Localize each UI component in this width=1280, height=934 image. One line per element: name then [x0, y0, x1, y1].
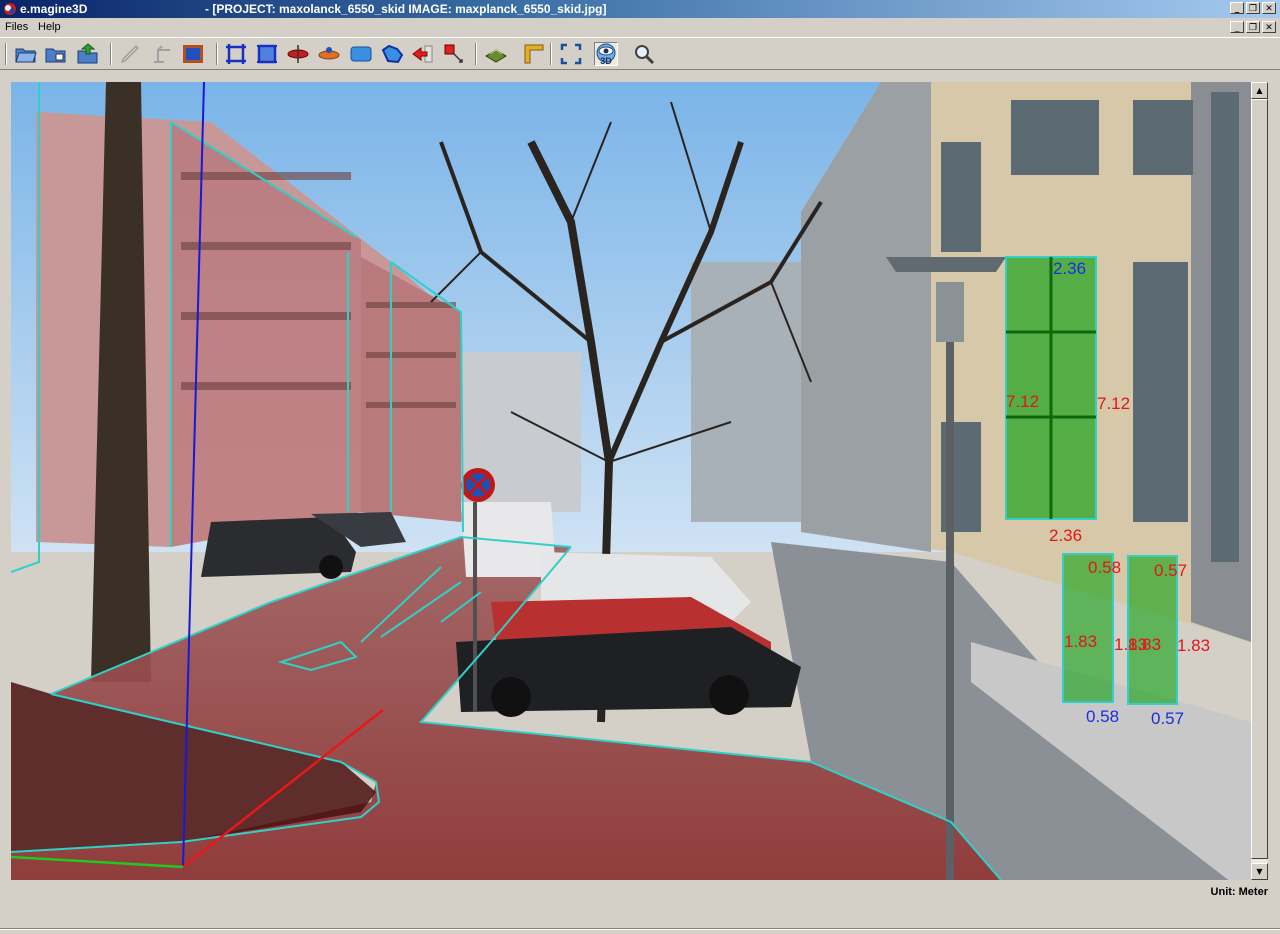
restore-button[interactable]: ❐ [1246, 2, 1260, 14]
toolbar-separator [550, 43, 552, 65]
import-button[interactable] [76, 42, 100, 66]
scroll-thumb[interactable] [1251, 99, 1268, 859]
fit-view-button[interactable] [559, 42, 583, 66]
view-3d-icon: 3D [596, 43, 616, 66]
measure-orange-button[interactable] [317, 42, 341, 66]
scene-canvas[interactable]: 2.36 7.12 7.12 2.36 0.58 0.57 1.83 1.83 … [11, 82, 1251, 880]
person2-height-right-label: 1.83 [1177, 636, 1210, 655]
measure-red-icon [287, 45, 309, 63]
pencil-icon [121, 45, 139, 63]
measure-red-button[interactable] [286, 42, 310, 66]
plane-select-button[interactable] [255, 42, 279, 66]
window-height-left-label: 7.12 [1006, 392, 1039, 411]
document-title: - [PROJECT: maxolanck_6550_skid IMAGE: m… [205, 2, 607, 16]
toolbar-separator [475, 43, 477, 65]
app-title: e.magine3D [20, 2, 88, 16]
person1-width-top-label: 0.58 [1088, 558, 1121, 577]
surface-button[interactable] [349, 42, 373, 66]
ruler-icon [524, 44, 544, 64]
crane-icon [154, 45, 170, 63]
open-folder-icon [15, 48, 37, 63]
vertical-scrollbar[interactable]: ▲ ▼ [1251, 82, 1268, 880]
zoom-icon [635, 45, 655, 65]
export-button[interactable] [484, 42, 508, 66]
app-logo-icon [4, 3, 16, 15]
move-point-icon [444, 44, 463, 63]
ruler-button[interactable] [522, 42, 546, 66]
rectangle-select-button[interactable] [224, 42, 248, 66]
scroll-down-button[interactable]: ▼ [1251, 863, 1268, 880]
window-width-top-label: 2.36 [1053, 259, 1086, 278]
view-3d-label: 3D [600, 56, 612, 66]
open-project-icon [45, 48, 66, 63]
toolbar: 3D [0, 37, 1280, 70]
person2-width-top-label: 0.57 [1154, 561, 1187, 580]
view-3d-button[interactable]: 3D [594, 42, 618, 66]
person2-height-left-label: 1.83 [1128, 635, 1161, 654]
move-point-button[interactable] [442, 42, 466, 66]
toolbar-separator [216, 43, 218, 65]
doc-close-button[interactable]: ✕ [1262, 21, 1276, 33]
fit-view-icon [560, 43, 582, 65]
doc-minimize-button[interactable]: _ [1230, 21, 1244, 33]
toolbar-separator [5, 43, 7, 65]
frame-icon [183, 45, 203, 63]
status-divider-highlight [0, 929, 1280, 930]
polygon-icon [381, 44, 404, 64]
menu-help[interactable]: Help [38, 21, 61, 33]
open-folder-button[interactable] [14, 42, 38, 66]
frame-button[interactable] [181, 42, 205, 66]
plane-select-icon [257, 44, 277, 64]
toolbar-separator [110, 43, 112, 65]
close-button[interactable]: ✕ [1262, 2, 1276, 14]
person2-width-bottom-label: 0.57 [1151, 709, 1184, 728]
window-width-bottom-label: 2.36 [1049, 526, 1082, 545]
person1-width-bottom-label: 0.58 [1086, 707, 1119, 726]
menu-files[interactable]: Files [5, 21, 28, 33]
open-project-button[interactable] [44, 42, 68, 66]
minimize-button[interactable]: _ [1230, 2, 1244, 14]
window-height-right-label: 7.12 [1097, 394, 1130, 413]
unit-label: Unit: Meter [1210, 886, 1268, 898]
title-bar: e.magine3D - [PROJECT: maxolanck_6550_sk… [0, 0, 1280, 18]
rectangle-select-icon [226, 44, 246, 64]
import-icon [77, 43, 98, 64]
image-viewport[interactable]: 2.36 7.12 7.12 2.36 0.58 0.57 1.83 1.83 … [11, 82, 1251, 880]
arrow-left-icon [412, 45, 433, 63]
scroll-up-button[interactable]: ▲ [1251, 82, 1268, 99]
crane-button[interactable] [150, 42, 174, 66]
zoom-button[interactable] [632, 42, 656, 66]
doc-restore-button[interactable]: ❐ [1246, 21, 1260, 33]
measure-orange-icon [318, 47, 340, 60]
surface-icon [350, 46, 372, 62]
polygon-button[interactable] [380, 42, 404, 66]
arrow-left-button[interactable] [411, 42, 435, 66]
person1-height-left-label: 1.83 [1064, 632, 1097, 651]
draw-button[interactable] [118, 42, 142, 66]
export-icon [485, 49, 507, 63]
menu-bar: Files Help _ ❐ ✕ [0, 18, 1280, 37]
